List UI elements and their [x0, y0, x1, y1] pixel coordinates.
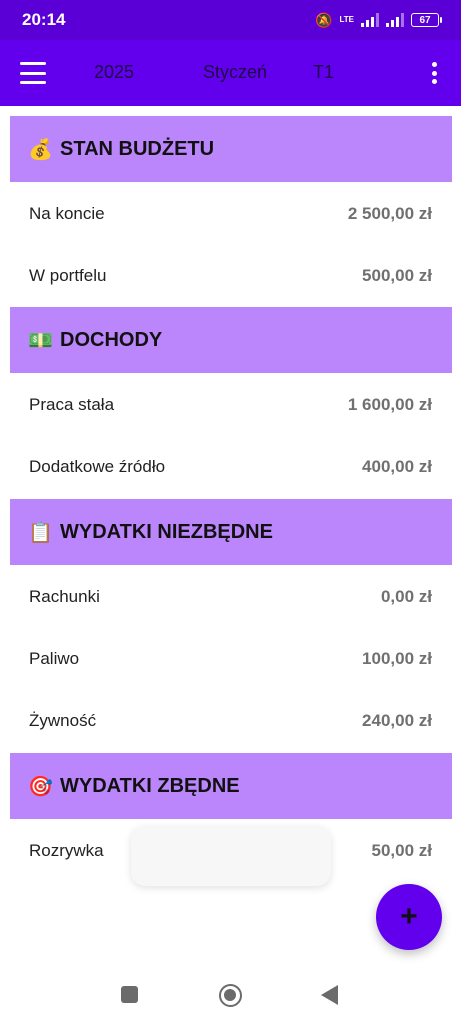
status-icons: 🔕 LTE 67 [315, 11, 442, 29]
section-header-essential-expenses: 📋 WYDATKI NIEZBĘDNE [10, 499, 452, 565]
list-item[interactable]: Dodatkowe źródło 400,00 zł [0, 436, 461, 498]
item-value: 2 500,00 zł [347, 204, 432, 223]
system-nav-bar [0, 964, 461, 1024]
item-value: 0,00 zł [380, 587, 432, 606]
app-bar: 2025 Styczeń T1 [0, 40, 461, 106]
signal-strength-icon-2 [386, 13, 404, 27]
banknote-icon: 💵 [28, 329, 53, 352]
battery-icon: 67 [411, 13, 442, 27]
list-item[interactable]: Na koncie 2 500,00 zł [0, 183, 461, 245]
add-button[interactable]: + [376, 884, 442, 950]
section-title: DOCHODY [60, 328, 163, 351]
section-header-optional-expenses: 🎯 WYDATKI ZBĘDNE [10, 753, 452, 819]
more-vert-icon[interactable] [427, 62, 441, 84]
item-value: 100,00 zł [362, 649, 432, 668]
section-title: WYDATKI ZBĘDNE [60, 774, 240, 797]
section-title: WYDATKI NIEZBĘDNE [60, 520, 273, 543]
list-item[interactable]: Paliwo 100,00 zł [0, 628, 461, 690]
item-value: 240,00 zł [362, 711, 432, 730]
money-bag-icon: 💰 [28, 138, 53, 161]
clipboard-icon: 📋 [28, 521, 53, 544]
home-icon[interactable] [219, 984, 242, 1007]
item-label: Paliwo [29, 649, 80, 668]
item-label: W portfelu [29, 266, 107, 285]
item-label: Żywność [29, 711, 97, 730]
list-item[interactable]: Rachunki 0,00 zł [0, 566, 461, 628]
back-icon[interactable] [321, 985, 338, 1005]
lte-indicator: LTE [339, 16, 354, 24]
item-label: Rachunki [29, 587, 100, 606]
item-label: Praca stała [29, 395, 115, 414]
year-selector[interactable]: 2025 [94, 62, 134, 83]
target-icon: 🎯 [28, 775, 53, 798]
list-item[interactable]: W portfelu 500,00 zł [0, 245, 461, 307]
section-header-budget-status: 💰 STAN BUDŻETU [10, 116, 452, 182]
list-item[interactable]: Żywność 240,00 zł [0, 690, 461, 752]
week-selector[interactable]: T1 [313, 62, 334, 83]
item-value: 50,00 zł [371, 841, 433, 860]
status-time: 20:14 [22, 10, 66, 29]
item-label: Na koncie [29, 204, 105, 223]
hamburger-menu-icon[interactable] [20, 62, 46, 84]
item-value: 1 600,00 zł [347, 395, 432, 414]
item-label: Rozrywka [29, 841, 104, 860]
status-bar: 20:14 🔕 LTE 67 [0, 0, 461, 40]
network-label: LTE [339, 15, 354, 24]
recents-icon[interactable] [121, 986, 138, 1003]
section-title: STAN BUDŻETU [60, 137, 215, 160]
item-label: Dodatkowe źródło [29, 457, 166, 476]
mute-icon: 🔕 [315, 11, 333, 28]
item-value: 500,00 zł [362, 266, 432, 285]
month-selector[interactable]: Styczeń [203, 62, 267, 83]
signal-strength-icon [361, 13, 379, 27]
list-item[interactable]: Praca stała 1 600,00 zł [0, 374, 461, 436]
section-header-income: 💵 DOCHODY [10, 307, 452, 373]
toast-popup [131, 826, 331, 886]
item-value: 400,00 zł [362, 457, 432, 476]
battery-level: 67 [419, 14, 431, 26]
